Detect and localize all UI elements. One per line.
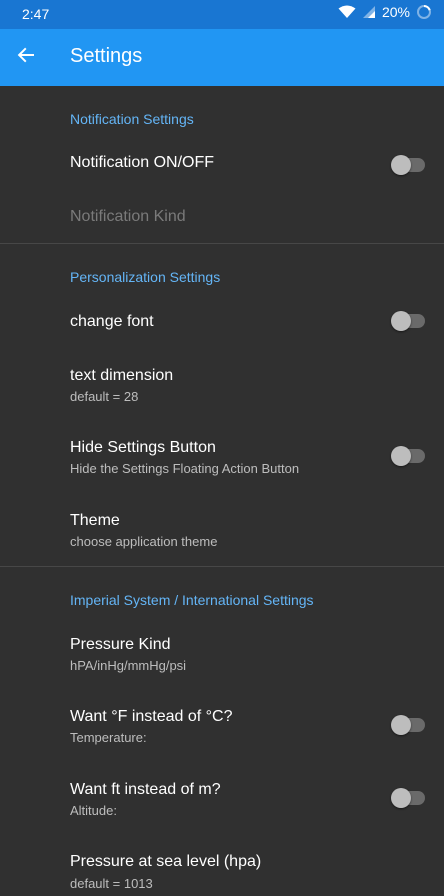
setting-sea-level-pressure[interactable]: Pressure at sea level (hpa) default = 10…	[0, 839, 444, 896]
setting-notification-kind[interactable]: Notification Kind	[0, 193, 444, 243]
setting-title: Want °F instead of °C?	[70, 708, 233, 725]
setting-title: Theme	[70, 512, 120, 529]
setting-summary: choose application theme	[70, 534, 218, 549]
back-button[interactable]	[10, 41, 42, 73]
setting-summary: default = 1013	[70, 876, 153, 891]
section-divider	[0, 243, 444, 244]
setting-hide-settings-button[interactable]: Hide Settings Button Hide the Settings F…	[0, 426, 444, 494]
page-title: Settings	[70, 45, 143, 67]
setting-text-dimension[interactable]: text dimension default = 28	[0, 352, 444, 420]
wifi-icon	[338, 5, 356, 19]
setting-title: Notification Kind	[70, 208, 186, 225]
setting-summary: Hide the Settings Floating Action Button	[70, 461, 300, 476]
section-header-personalization: Personalization Settings	[70, 269, 221, 285]
change-font-toggle[interactable]	[391, 311, 427, 331]
setting-change-font[interactable]: change font	[0, 296, 444, 348]
setting-pressure-kind[interactable]: Pressure Kind hPA/inHg/mmHg/psi	[0, 622, 444, 690]
arrow-left-icon	[16, 45, 36, 70]
toggle-thumb	[391, 311, 411, 331]
status-time: 2:47	[22, 6, 50, 22]
battery-icon	[416, 4, 432, 20]
setting-summary: default = 28	[70, 389, 139, 404]
section-header-notification: Notification Settings	[70, 111, 194, 127]
setting-title: Hide Settings Button	[70, 439, 216, 456]
section-divider	[0, 566, 444, 567]
status-icons: 20%	[338, 4, 432, 20]
setting-title: Notification ON/OFF	[70, 154, 215, 171]
setting-title: Pressure at sea level (hpa)	[70, 853, 262, 870]
toggle-thumb	[391, 715, 411, 735]
hide-settings-button-toggle[interactable]	[391, 446, 427, 466]
setting-summary: Temperature:	[70, 730, 147, 745]
section-header-imperial: Imperial System / International Settings	[70, 592, 314, 608]
setting-notification-onoff[interactable]: Notification ON/OFF	[0, 139, 444, 193]
setting-feet[interactable]: Want ft instead of m? Altitude:	[0, 767, 444, 835]
setting-summary: Altitude:	[70, 803, 117, 818]
setting-title: change font	[70, 313, 154, 330]
setting-title: text dimension	[70, 367, 174, 384]
battery-percent: 20%	[381, 4, 410, 20]
status-bar: 2:47 20%	[0, 0, 444, 29]
setting-theme[interactable]: Theme choose application theme	[0, 498, 444, 564]
toggle-thumb	[391, 446, 411, 466]
fahrenheit-toggle[interactable]	[391, 715, 427, 735]
settings-list: Notification Settings Notification ON/OF…	[0, 86, 444, 896]
signal-icon	[362, 5, 376, 19]
toggle-thumb	[391, 788, 411, 808]
setting-title: Pressure Kind	[70, 636, 171, 653]
toggle-thumb	[391, 155, 411, 175]
setting-title: Want ft instead of m?	[70, 781, 221, 798]
feet-toggle[interactable]	[391, 788, 427, 808]
setting-fahrenheit[interactable]: Want °F instead of °C? Temperature:	[0, 694, 444, 762]
notification-toggle[interactable]	[391, 155, 427, 175]
app-bar: Settings	[0, 29, 444, 86]
setting-summary: hPA/inHg/mmHg/psi	[70, 658, 187, 673]
